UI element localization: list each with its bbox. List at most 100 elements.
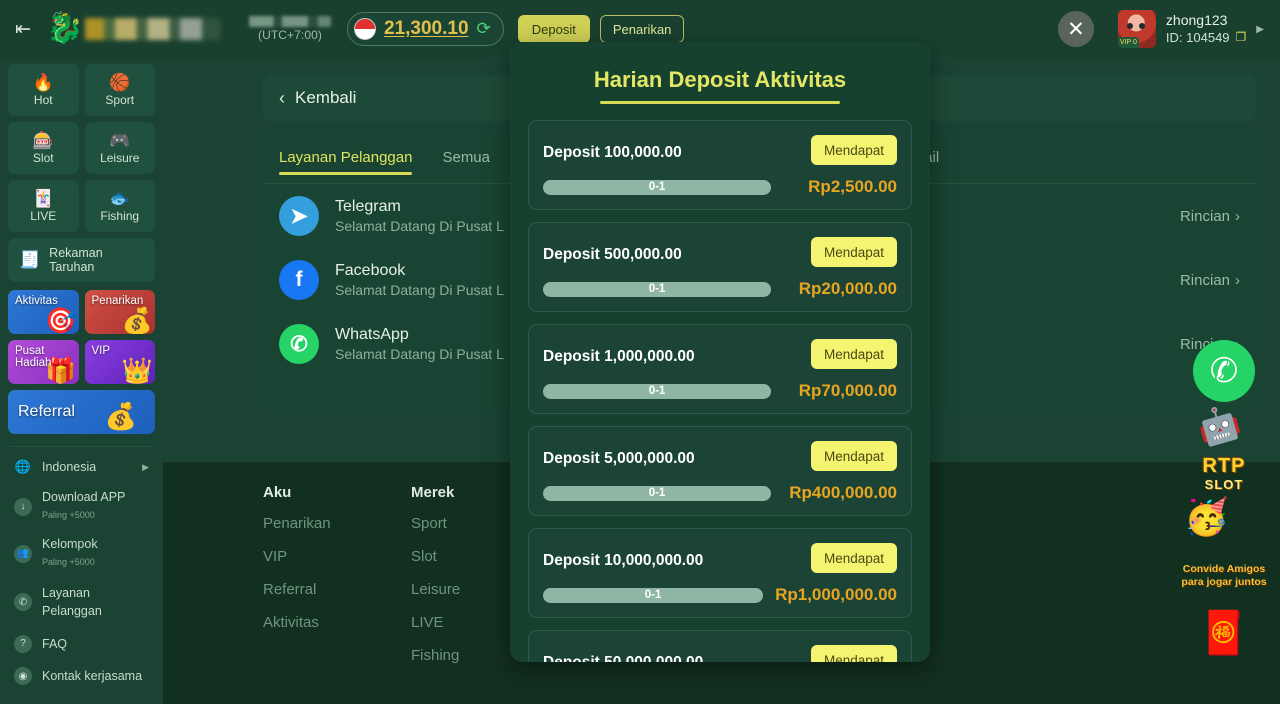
sidebar-item-fishing[interactable]: 🐟 Fishing <box>84 180 155 232</box>
modal-title: Harian Deposit Aktivitas <box>593 67 847 92</box>
chevron-right-icon[interactable]: ▶ <box>1256 24 1264 35</box>
contact-name: Facebook <box>335 261 406 279</box>
copy-icon[interactable]: ❐ <box>1236 30 1247 46</box>
menu-label: Layanan Pelanggan <box>42 585 102 619</box>
basketball-icon: 🏀 <box>109 72 131 92</box>
claim-button[interactable]: Mendapat <box>810 237 897 267</box>
tier-top: Deposit 500,000.00 Mendapat <box>543 237 897 267</box>
detail-label: Rincian <box>1179 271 1230 289</box>
sidebar-item-language[interactable]: 🌐 Indonesia ▶ <box>8 451 155 483</box>
menu-text: FAQ <box>42 635 149 653</box>
red-packet-icon[interactable]: 🧧 <box>1178 594 1270 672</box>
promo-aktivitas[interactable]: Aktivitas 🎯 <box>8 290 79 334</box>
promo-pusat-hadiah[interactable]: Pusat Hadiah 🎁 <box>8 340 79 384</box>
user-id-label: ID: 104549 <box>1165 29 1230 45</box>
menu-label: Download APP <box>42 490 126 505</box>
category-label: Hot <box>33 92 53 107</box>
footer-heading: Aku <box>263 484 292 501</box>
claim-button[interactable]: Mendapat <box>810 339 897 369</box>
deposit-tier-row: Deposit 100,000.00 Mendapat 0-1 Rp2,500.… <box>528 120 912 210</box>
contact-detail-link[interactable]: Rincian › <box>1180 272 1240 289</box>
tab-semua[interactable]: Semua <box>442 132 490 184</box>
user-account[interactable]: VIP 0 zhong123 ID: 104549 ❐ ▶ <box>1117 10 1264 48</box>
floating-widgets: ✆ 🤖 RTP SLOT 🥳 Convide Amigos para jogar… <box>1176 340 1272 672</box>
tier-bottom: 0-1 Rp20,000.00 <box>543 279 897 299</box>
sidebar-item-layanan-pelanggan[interactable]: ✆ Layanan Pelanggan <box>8 577 155 628</box>
promo-referral[interactable]: Referral 💰 <box>8 390 155 434</box>
title-underline <box>600 101 840 104</box>
user-id-row: ID: 104549 ❐ <box>1166 30 1246 47</box>
app-root: ⇤ 🐉 (UTC+7:00) 21,300.10 ⟳ Deposit Penar… <box>0 0 1280 704</box>
claim-button[interactable]: Mendapat <box>810 135 897 165</box>
promo-vip[interactable]: VIP 👑 <box>84 340 155 384</box>
slot-machine-icon: 🎰 <box>32 130 54 150</box>
tier-top: Deposit 10,000,000.00 Mendapat <box>543 543 897 573</box>
balance-box[interactable]: 21,300.10 ⟳ <box>347 12 504 46</box>
sidebar-item-faq[interactable]: ? FAQ <box>8 628 155 660</box>
promo-penarikan[interactable]: Penarikan 💰 <box>84 290 155 334</box>
sidebar-item-leisure[interactable]: 🎮 Leisure <box>84 122 155 174</box>
sidebar-collapse-icon[interactable]: ⇤ <box>0 18 46 41</box>
sidebar-item-sport[interactable]: 🏀 Sport <box>84 64 155 116</box>
timezone-label: (UTC+7:00) <box>257 27 323 42</box>
category-label: Sport <box>105 92 135 107</box>
menu-sublabel: Paling +5000 <box>42 556 95 567</box>
progress-bar: 0-1 <box>543 281 771 297</box>
footer-link-penarikan[interactable]: Penarikan <box>263 515 411 532</box>
sidebar-item-slot[interactable]: 🎰 Slot <box>8 122 79 174</box>
bet-record-label: Rekaman Taruhan <box>49 246 103 274</box>
menu-label: Indonesia <box>42 460 97 474</box>
sidebar-item-download-app[interactable]: ↓ Download APP Paling +5000 <box>8 483 155 530</box>
tier-bottom: 0-1 Rp70,000.00 <box>543 381 897 401</box>
menu-text: Indonesia <box>42 458 132 476</box>
deposit-button[interactable]: Deposit <box>517 15 590 43</box>
deposit-tier-row: Deposit 1,000,000.00 Mendapat 0-1 Rp70,0… <box>528 324 912 414</box>
sidebar-item-kontak-kerjasama[interactable]: ◉ Kontak kerjasama <box>8 660 155 692</box>
contact-detail-link[interactable]: Rincian › <box>1180 208 1240 225</box>
tier-name: Deposit 50,000,000.00 <box>543 645 703 662</box>
headset-icon: ✆ <box>14 593 32 612</box>
withdraw-button[interactable]: Penarikan <box>599 15 685 43</box>
claim-button[interactable]: Mendapat <box>810 441 897 471</box>
tier-name: Deposit 10,000,000.00 <box>543 552 704 569</box>
tier-bottom: 0-1 Rp2,500.00 <box>543 177 897 197</box>
site-logo[interactable]: 🐉 <box>46 7 221 51</box>
server-time: (UTC+7:00) <box>245 15 335 43</box>
footer-link-vip[interactable]: VIP <box>263 548 411 565</box>
promo-label: Pusat Hadiah <box>15 345 52 369</box>
sidebar-item-kelompok[interactable]: 👥 Kelompok Paling +5000 <box>8 530 155 577</box>
whatsapp-icon: ✆ <box>279 324 319 364</box>
promo-label: Aktivitas <box>15 295 58 307</box>
chevron-right-icon: › <box>1235 271 1240 289</box>
rtp-label: RTP <box>1202 455 1246 477</box>
chevron-right-icon: ▶ <box>142 461 149 472</box>
tier-top: Deposit 1,000,000.00 Mendapat <box>543 339 897 369</box>
cards-icon: 🃏 <box>32 188 54 208</box>
referral-float-widget[interactable]: 🥳 Convide Amigos para jogar juntos <box>1178 496 1270 590</box>
claim-button[interactable]: Mendapat <box>810 645 897 662</box>
rtp-slot-widget[interactable]: 🤖 RTP SLOT <box>1178 402 1270 494</box>
promo-label: VIP <box>91 345 111 357</box>
modal-scroll-area[interactable]: Harian Deposit Aktivitas Deposit 100,000… <box>510 42 930 662</box>
menu-text: Download APP Paling +5000 <box>42 490 149 523</box>
tier-top: Deposit 5,000,000.00 Mendapat <box>543 441 897 471</box>
tab-layanan-pelanggan[interactable]: Layanan Pelanggan <box>279 132 413 184</box>
close-icon[interactable]: ✕ <box>1057 11 1094 47</box>
user-name: zhong123 <box>1165 12 1228 29</box>
claim-button[interactable]: Mendapat <box>810 543 897 573</box>
progress-label: 0-1 <box>648 487 666 499</box>
sidebar-item-live[interactable]: 🃏 LIVE <box>8 180 79 232</box>
sidebar-item-hot[interactable]: 🔥 Hot <box>8 64 79 116</box>
progress-bar: 0-1 <box>543 179 771 195</box>
sidebar-item-bet-record[interactable]: 🧾 Rekaman Taruhan <box>8 238 155 282</box>
whatsapp-float-icon[interactable]: ✆ <box>1193 340 1255 402</box>
footer-link-aktivitas[interactable]: Aktivitas <box>263 614 411 631</box>
tier-bottom: 0-1 Rp400,000.00 <box>543 483 897 503</box>
refresh-icon[interactable]: ⟳ <box>477 19 491 39</box>
money-bag-icon: 💰 <box>104 401 137 431</box>
menu-label: Kelompok <box>42 537 98 552</box>
footer-link-referral[interactable]: Referral <box>263 581 411 598</box>
handshake-icon: ◉ <box>14 667 32 686</box>
tier-name: Deposit 500,000.00 <box>543 246 682 263</box>
sidebar: 🔥 Hot 🏀 Sport 🎰 Slot 🎮 Leisure 🃏 LIVE 🐟 <box>0 58 163 704</box>
